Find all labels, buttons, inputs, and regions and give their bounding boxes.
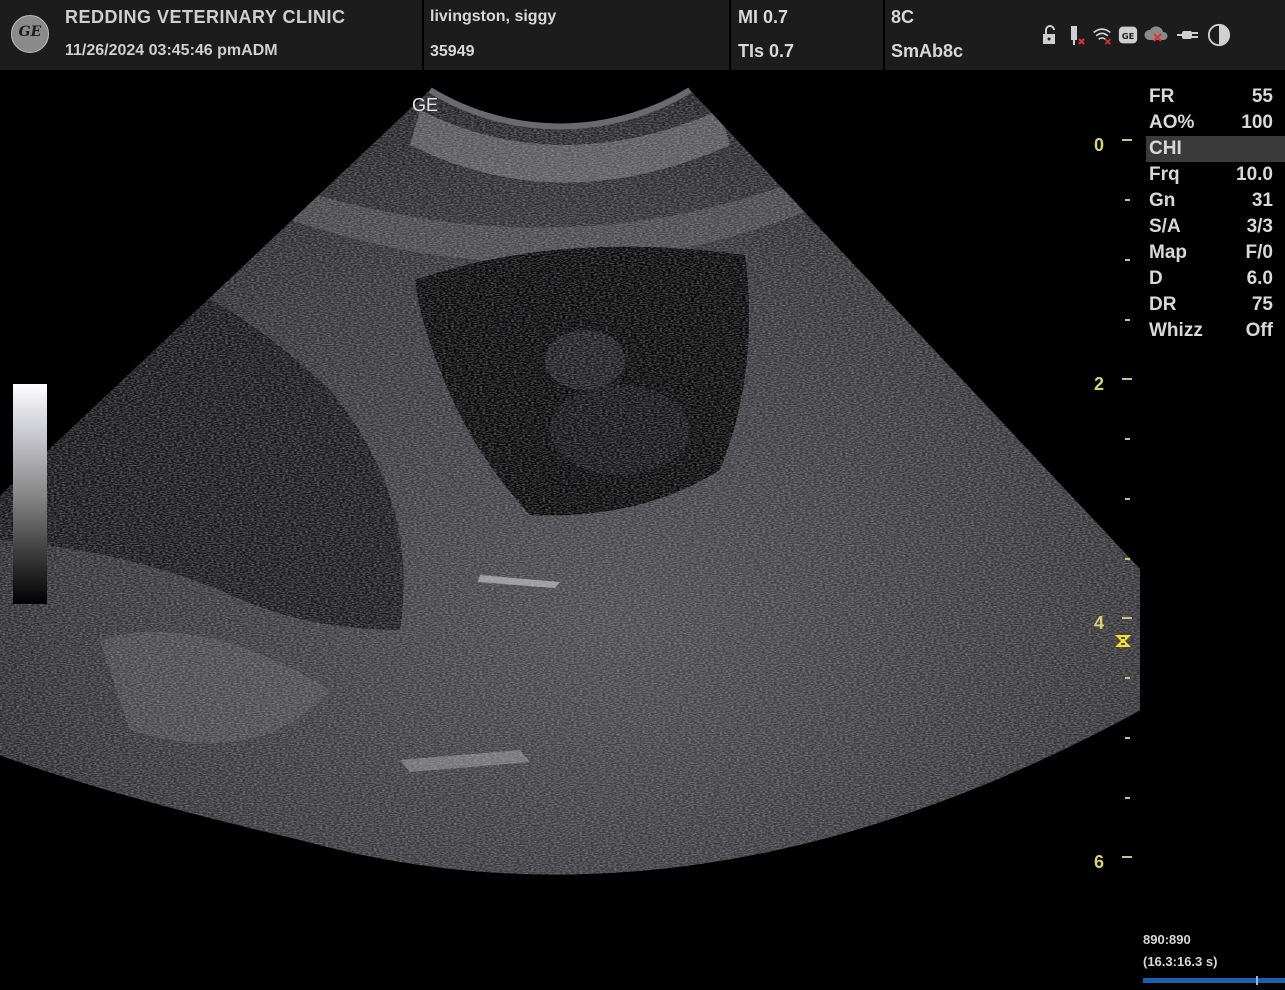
exam-datetime: 11/26/2024 03:45:46 pmADM — [65, 42, 278, 59]
focal-zone-marker-icon[interactable] — [1114, 634, 1132, 648]
depth-label: 4 — [1094, 613, 1105, 633]
contrast-icon[interactable] — [1206, 23, 1232, 47]
param-label: D — [1149, 268, 1163, 289]
depth-tick — [1125, 498, 1130, 500]
param-value: 100 — [1241, 112, 1273, 133]
header-clinic-cell: GE REDDING VETERINARY CLINIC 11/26/2024 … — [0, 0, 424, 70]
param-label: S/A — [1149, 216, 1181, 237]
param-row-acoustic-output: AO% 100 — [1146, 110, 1285, 136]
depth-tick-major — [1122, 856, 1132, 858]
thermal-index: TIs 0.7 — [738, 41, 795, 61]
depth-tick — [1125, 737, 1130, 739]
depth-tick — [1125, 677, 1130, 679]
cine-frame-count: 890:890 — [1143, 932, 1191, 947]
depth-tick — [1125, 558, 1130, 560]
ge-service-icon[interactable]: GE — [1118, 23, 1138, 47]
param-row-frequency: Frq 10.0 — [1146, 162, 1285, 188]
patient-id: 35949 — [430, 43, 475, 60]
grayscale-bar — [13, 384, 47, 604]
param-row-frame-rate: FR 55 — [1146, 84, 1285, 110]
depth-label: 6 — [1094, 852, 1105, 872]
header-bar: GE REDDING VETERINARY CLINIC 11/26/2024 … — [0, 0, 1285, 70]
probe-name: 8C — [891, 7, 915, 27]
wifi-off-icon[interactable] — [1092, 23, 1112, 47]
depth-tick — [1125, 438, 1130, 440]
param-label: Map — [1149, 242, 1187, 263]
depth-tick-major — [1122, 139, 1132, 141]
param-row-whizz: Whizz Off — [1146, 318, 1285, 344]
svg-text:GE: GE — [1122, 31, 1135, 41]
depth-tick — [1125, 319, 1130, 321]
mechanical-index: MI 0.7 — [738, 7, 789, 27]
cloud-off-icon[interactable] — [1144, 23, 1170, 47]
param-row-chi: CHI — [1146, 136, 1285, 162]
param-label: DR — [1149, 294, 1177, 315]
param-label: CHI — [1149, 138, 1182, 159]
cine-position-marker[interactable] — [1256, 976, 1258, 985]
param-label: Frq — [1149, 164, 1180, 185]
param-label: FR — [1149, 86, 1175, 107]
patient-name: livingston, siggy — [430, 8, 557, 25]
param-label: Gn — [1149, 190, 1176, 211]
ultrasound-image[interactable] — [0, 70, 1140, 990]
ge-logo-icon: GE — [11, 15, 49, 53]
clinic-name: REDDING VETERINARY CLINIC — [65, 7, 346, 27]
param-value: 6.0 — [1246, 268, 1273, 289]
header-patient-cell: livingston, siggy 35949 — [424, 0, 731, 70]
preset-name: SmAb8c — [891, 41, 964, 61]
param-label: AO% — [1149, 112, 1195, 133]
param-row-map: Map F/0 — [1146, 240, 1285, 266]
usb-disconnected-icon[interactable] — [1066, 23, 1086, 47]
param-value: 3/3 — [1246, 216, 1273, 237]
param-row-s-a: S/A 3/3 — [1146, 214, 1285, 240]
depth-tick-major — [1122, 617, 1132, 619]
depth-tick-major — [1122, 378, 1132, 380]
cine-scrollbar[interactable] — [1143, 978, 1285, 983]
param-row-gain: Gn 31 — [1146, 188, 1285, 214]
param-value: F/0 — [1245, 242, 1273, 263]
status-icons: GE — [1040, 22, 1232, 48]
param-row-dynamic-range: DR 75 — [1146, 292, 1285, 318]
param-value: 10.0 — [1236, 164, 1273, 185]
param-value: 31 — [1251, 190, 1273, 211]
depth-label: 0 — [1094, 135, 1105, 155]
depth-tick — [1125, 797, 1130, 799]
param-row-depth: D 6.0 — [1146, 266, 1285, 292]
depth-tick — [1125, 199, 1130, 201]
cine-time: (16.3:16.3 s) — [1143, 954, 1218, 969]
header-index-cell: MI 0.7 TIs 0.7 — [731, 0, 885, 70]
param-value: 75 — [1251, 294, 1273, 315]
param-value: Off — [1245, 320, 1273, 341]
power-plug-icon[interactable] — [1176, 23, 1200, 47]
param-value: 55 — [1251, 86, 1273, 107]
depth-label: 2 — [1094, 374, 1105, 394]
unlock-icon[interactable] — [1040, 23, 1060, 47]
param-label: Whizz — [1149, 320, 1203, 341]
depth-tick — [1125, 259, 1130, 261]
ge-orientation-mark: GE — [412, 95, 439, 115]
parameter-panel: FR 55 AO% 100 CHI Frq 10.0 Gn 31 S/A 3/3… — [1146, 84, 1285, 344]
